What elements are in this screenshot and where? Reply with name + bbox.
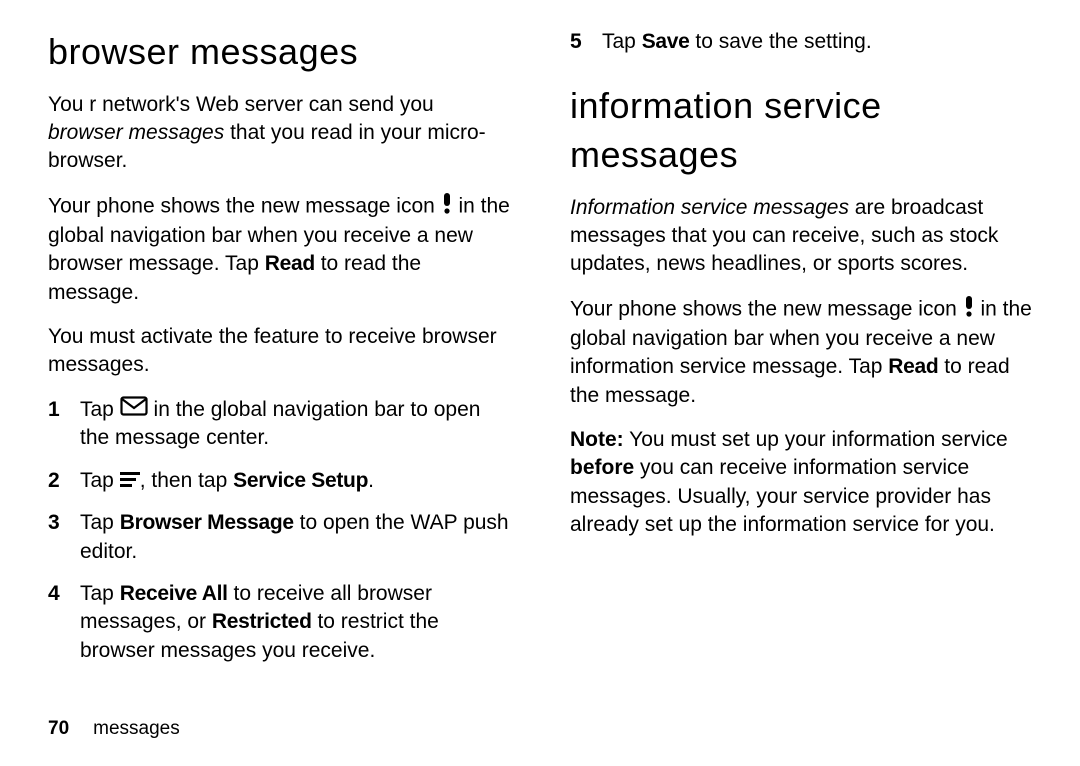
envelope-icon: [120, 396, 148, 424]
label-browser-message: Browser Message: [120, 511, 294, 534]
text: you can receive information service mess…: [570, 456, 995, 536]
text: Your phone shows the new message icon: [570, 297, 963, 320]
intro-paragraph: A + You r network's Web server can send …: [48, 91, 510, 176]
text: Your phone shows the new message icon: [48, 194, 441, 217]
text: .: [368, 469, 374, 492]
label-save: Save: [642, 30, 690, 53]
step-number: 1: [48, 396, 66, 453]
steps-list-cont: 5 Tap Save to save the setting.: [570, 28, 1032, 56]
label-receive-all: Receive All: [120, 582, 228, 605]
step-1: 1 Tap in the global navigation bar to op…: [48, 396, 510, 453]
step-3: 3 Tap Browser Message to open the WAP pu…: [48, 509, 510, 566]
heading-info-service: information service messages: [570, 82, 1032, 179]
label-note: Note:: [570, 428, 624, 451]
left-column: browser messages A + You r network's Web…: [48, 28, 510, 710]
step-number: 2: [48, 467, 66, 496]
menu-icon: [120, 467, 140, 495]
page-number: 70: [48, 718, 69, 739]
text-bold: before: [570, 456, 634, 479]
section-label: messages: [93, 718, 180, 739]
info-intro-paragraph: A + Information service messages are bro…: [570, 194, 1032, 279]
heading-browser-messages: browser messages: [48, 28, 510, 77]
text-italic: browser messages: [48, 121, 224, 144]
label-service-setup: Service Setup: [233, 469, 368, 492]
step-5: 5 Tap Save to save the setting.: [570, 28, 1032, 56]
text: Tap: [80, 398, 120, 421]
alert-icon: [963, 295, 975, 325]
activate-paragraph: You must activate the feature to receive…: [48, 323, 510, 380]
text: to save the setting.: [690, 30, 872, 53]
text: Tap: [602, 30, 642, 53]
step-number: 3: [48, 509, 66, 566]
text: Tap: [80, 582, 120, 605]
right-column: 5 Tap Save to save the setting. informat…: [570, 28, 1032, 710]
text: You must set up your information service: [624, 428, 1008, 451]
text: Tap: [80, 511, 120, 534]
text: , then tap: [140, 469, 233, 492]
step-number: 4: [48, 580, 66, 665]
text: Tap: [80, 469, 120, 492]
steps-list: 1 Tap in the global navigation bar to op…: [48, 396, 510, 665]
label-read: Read: [265, 252, 315, 275]
label-restricted: Restricted: [212, 610, 312, 633]
label-read: Read: [888, 355, 938, 378]
alert-icon: [441, 192, 453, 222]
note-paragraph: Note: You must set up your information s…: [570, 426, 1032, 539]
page-footer: 70 messages: [48, 710, 1032, 766]
text: You r network's Web server can send you: [48, 93, 434, 116]
info-new-message-paragraph: Your phone shows the new message icon in…: [570, 295, 1032, 410]
text-italic: Information service messages: [570, 196, 849, 219]
step-2: 2 Tap , then tap Service Setup.: [48, 467, 510, 496]
step-4: 4 Tap Receive All to receive all browser…: [48, 580, 510, 665]
new-message-paragraph: Your phone shows the new message icon in…: [48, 192, 510, 307]
step-number: 5: [570, 28, 588, 56]
